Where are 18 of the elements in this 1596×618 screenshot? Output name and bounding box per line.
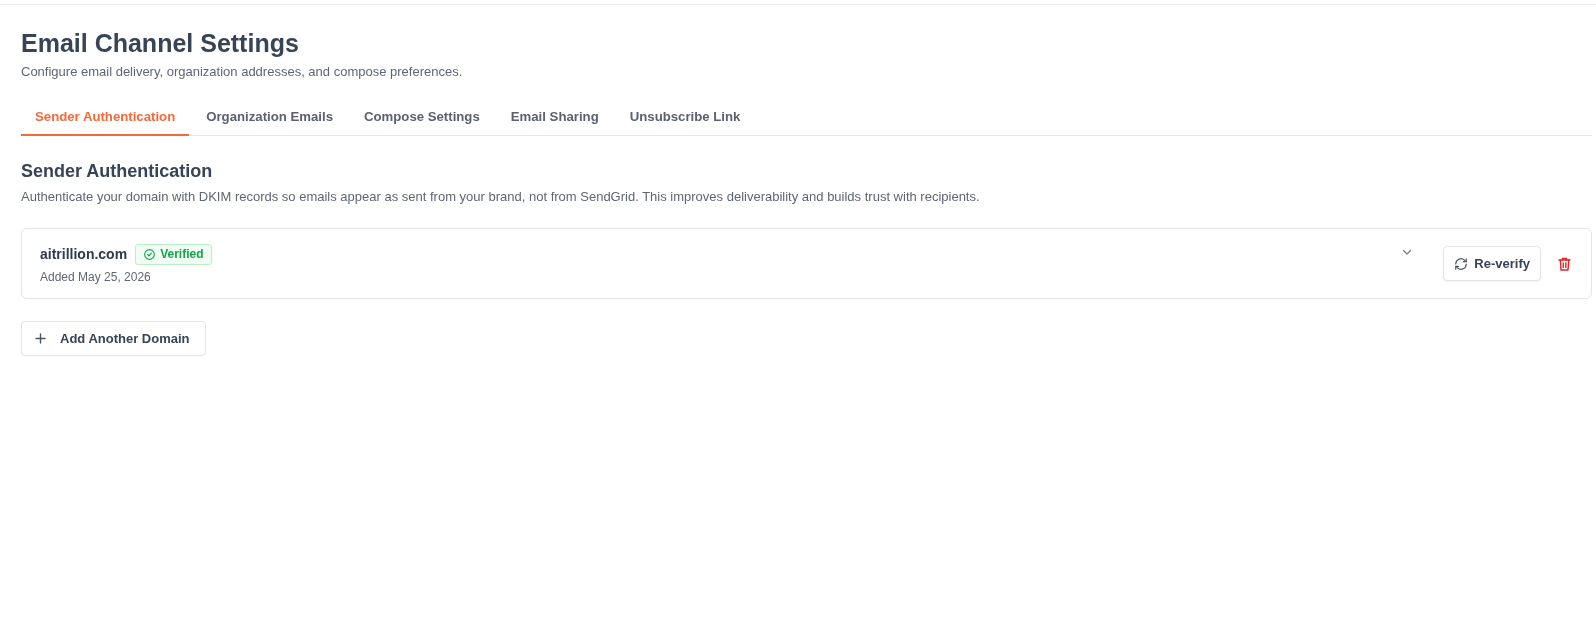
tab[interactable]: Compose Settings: [350, 101, 494, 136]
page-subtitle: Configure email delivery, organization addresses, and compose preferences.: [21, 63, 464, 81]
domain-name: aitrillion.com: [40, 246, 128, 262]
section-description: Authenticate your domain with DKIM records so emails appear as sent from your brand, not from SendGrid. This improves deliverability and builds trust with recipients.: [21, 188, 981, 206]
check-circle-icon: [144, 248, 156, 260]
page-title: Email Channel Settings: [21, 28, 300, 59]
reverify-button[interactable]: Re-verify: [1443, 246, 1541, 281]
chevron-icon[interactable]: [1401, 247, 1414, 256]
status-badge: Verified: [135, 243, 213, 265]
added-date: Added May 25, 2026: [40, 269, 152, 284]
tab[interactable]: Organization Emails: [192, 101, 347, 136]
delete-icon[interactable]: [1558, 256, 1571, 271]
refresh-icon: [1454, 256, 1469, 271]
plus-icon: [35, 333, 46, 344]
tab[interactable]: Unsubscribe Link: [615, 101, 755, 136]
tab[interactable]: Email Sharing: [496, 101, 613, 136]
section-title: Sender Authentication: [21, 160, 214, 183]
add-domain-button[interactable]: Add Another Domain: [21, 321, 206, 356]
